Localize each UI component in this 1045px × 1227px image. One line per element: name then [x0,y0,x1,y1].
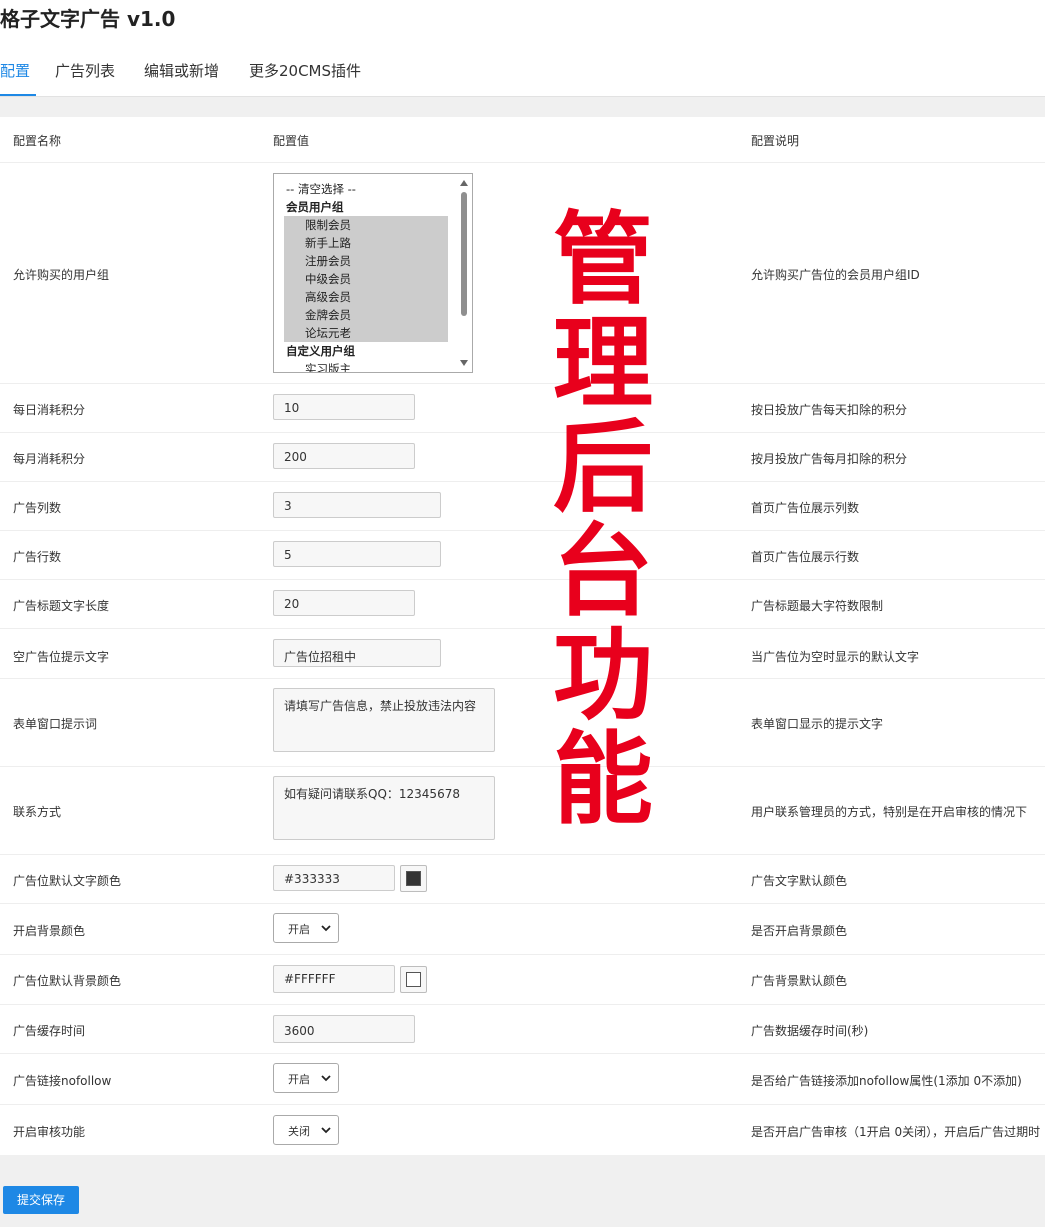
listbox-option[interactable]: 注册会员 [286,252,351,270]
bg-color-input[interactable]: #FFFFFF [273,965,395,993]
active-tab-indicator [0,94,36,96]
bg-enable-select[interactable]: 开启 [273,913,339,943]
row-label: 广告列数 [13,501,62,515]
row-empty-text: 空广告位提示文字 广告位招租中 当广告位为空时显示的默认文字 [0,629,1045,679]
select-value: 开启 [288,1073,310,1086]
app-title: 格子文字广告 v1.0 [0,7,176,31]
row-description: 首页广告位展示行数 [751,550,860,564]
chevron-down-icon [321,925,331,932]
row-description: 首页广告位展示列数 [751,501,860,515]
listbox-option[interactable]: 金牌会员 [286,306,351,324]
monthly-points-input[interactable]: 200 [273,443,415,469]
listbox-group-label: 会员用户组 [286,200,344,214]
ad-rows-input[interactable]: 5 [273,541,441,567]
color-swatch [406,871,421,886]
row-label: 开启背景颜色 [13,924,86,938]
watermark-text: 管理后台功能 [553,201,653,838]
row-description: 是否开启背景颜色 [751,924,848,938]
row-description: 广告标题最大字符数限制 [751,599,884,613]
ad-columns-input[interactable]: 3 [273,492,441,518]
listbox-option[interactable]: 新手上路 [286,234,351,252]
scrollbar-thumb[interactable] [461,192,467,316]
section-spacer [0,97,1045,117]
submit-save-button[interactable]: 提交保存 [3,1186,79,1214]
listbox-option[interactable]: 论坛元老 [286,324,351,342]
row-form-tip: 表单窗口提示词 请填写广告信息，禁止投放违法内容 表单窗口显示的提示文字 [0,679,1045,767]
tab-edit-or-add[interactable]: 编辑或新增 [144,60,219,81]
table-header: 配置名称 配置值 配置说明 [0,117,1045,163]
header-config-desc: 配置说明 [751,134,800,148]
row-daily-points: 每日消耗积分 10 按日投放广告每天扣除的积分 [0,384,1045,433]
row-description: 按日投放广告每天扣除的积分 [751,403,908,417]
row-label: 空广告位提示文字 [13,650,110,664]
listbox-scrollbar[interactable] [458,176,470,370]
row-description: 表单窗口显示的提示文字 [751,717,884,731]
row-description: 广告数据缓存时间(秒) [751,1024,869,1038]
row-description: 是否开启广告审核（1开启 0关闭），开启后广告过期时 [751,1125,1041,1139]
review-select[interactable]: 关闭 [273,1115,339,1145]
row-description: 广告文字默认颜色 [751,874,848,888]
listbox-option-clear[interactable]: -- 清空选择 -- [286,180,356,198]
row-description: 允许购买广告位的会员用户组ID [751,268,920,282]
row-label: 广告标题文字长度 [13,599,110,613]
listbox-option[interactable]: 中级会员 [286,270,351,288]
chevron-down-icon [321,1127,331,1134]
row-monthly-points: 每月消耗积分 200 按月投放广告每月扣除的积分 [0,433,1045,482]
tab-more-plugins[interactable]: 更多20CMS插件 [249,60,361,81]
row-user-groups: 允许购买的用户组 允许购买广告位的会员用户组ID [0,163,1045,384]
text-color-input[interactable]: #333333 [273,865,395,891]
row-bg-color: 广告位默认背景颜色 #FFFFFF 广告背景默认颜色 [0,955,1045,1005]
bg-color-picker[interactable] [400,966,427,993]
row-cache-time: 广告缓存时间 3600 广告数据缓存时间(秒) [0,1005,1045,1054]
cache-time-input[interactable]: 3600 [273,1015,415,1043]
listbox-option[interactable]: 实习版主 [286,360,351,372]
listbox-group-label: 自定义用户组 [286,344,355,358]
row-review: 开启审核功能 关闭 是否开启广告审核（1开启 0关闭），开启后广告过期时 [0,1105,1045,1155]
tab-bar: 配置 广告列表 编辑或新增 更多20CMS插件 [0,48,1045,97]
row-description: 是否给广告链接添加nofollow属性(1添加 0不添加) [751,1074,1022,1088]
listbox-option[interactable]: 限制会员 [286,216,351,234]
row-label: 表单窗口提示词 [13,717,98,731]
select-value: 关闭 [288,1125,310,1138]
listbox-option[interactable]: 高级会员 [286,288,351,306]
row-description: 广告背景默认颜色 [751,974,848,988]
row-contact: 联系方式 如有疑问请联系QQ：12345678 用户联系管理员的方式，特别是在开… [0,767,1045,855]
row-label: 广告位默认背景颜色 [13,974,122,988]
row-label: 广告链接nofollow [13,1074,112,1088]
empty-text-input[interactable]: 广告位招租中 [273,639,441,667]
row-title-length: 广告标题文字长度 20 广告标题最大字符数限制 [0,580,1045,629]
user-group-multiselect[interactable]: -- 清空选择 -- 会员用户组 限制会员 新手上路 注册会员 中级会员 高级会… [273,173,473,373]
row-ad-columns: 广告列数 3 首页广告位展示列数 [0,482,1045,531]
row-description: 按月投放广告每月扣除的积分 [751,452,908,466]
row-text-color: 广告位默认文字颜色 #333333 广告文字默认颜色 [0,855,1045,904]
form-footer [0,1155,1045,1227]
row-label: 每月消耗积分 [13,452,86,466]
row-ad-rows: 广告行数 5 首页广告位展示行数 [0,531,1045,580]
row-label: 广告位默认文字颜色 [13,874,122,888]
row-label: 联系方式 [13,805,62,819]
form-tip-textarea[interactable]: 请填写广告信息，禁止投放违法内容 [273,688,495,752]
tab-config[interactable]: 配置 [0,60,30,81]
title-length-input[interactable]: 20 [273,590,415,616]
chevron-down-icon [321,1075,331,1082]
daily-points-input[interactable]: 10 [273,394,415,420]
nofollow-select[interactable]: 开启 [273,1063,339,1093]
row-nofollow: 广告链接nofollow 开启 是否给广告链接添加nofollow属性(1添加 … [0,1054,1045,1105]
row-description: 用户联系管理员的方式，特别是在开启审核的情况下 [751,805,1028,819]
row-label: 开启审核功能 [13,1125,86,1139]
contact-textarea[interactable]: 如有疑问请联系QQ：12345678 [273,776,495,840]
row-label: 广告行数 [13,550,62,564]
header-config-name: 配置名称 [13,134,62,148]
text-color-picker[interactable] [400,865,427,892]
row-label: 广告缓存时间 [13,1024,86,1038]
row-label: 每日消耗积分 [13,403,86,417]
select-value: 开启 [288,923,310,936]
row-label: 允许购买的用户组 [13,268,110,282]
header-config-value: 配置值 [273,134,310,148]
row-bg-enable: 开启背景颜色 开启 是否开启背景颜色 [0,904,1045,955]
color-swatch [406,972,421,987]
row-description: 当广告位为空时显示的默认文字 [751,650,920,664]
tab-ad-list[interactable]: 广告列表 [55,60,115,81]
